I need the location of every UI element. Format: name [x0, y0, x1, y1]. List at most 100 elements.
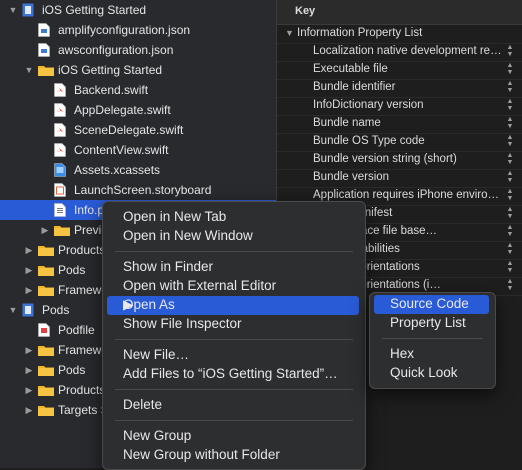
key-stepper-icon[interactable]: ▲ ▼ — [505, 224, 515, 238]
menu-item-label: Open with External Editor — [123, 278, 277, 293]
plist-key-label: Executable file — [313, 63, 388, 75]
menu-item-label: Hex — [390, 346, 415, 361]
disclosure-collapsed-icon[interactable]: ▶ — [24, 285, 34, 295]
navigator-row-label: Framewo — [58, 283, 109, 297]
key-stepper-icon[interactable]: ▲ ▼ — [505, 260, 515, 274]
disclosure-expanded-icon[interactable]: ▼ — [8, 5, 18, 15]
key-stepper-icon[interactable]: ▲ ▼ — [505, 278, 515, 292]
navigator-row-label: Backend.swift — [74, 83, 149, 97]
project-icon — [22, 3, 34, 17]
navigator-row-label: ContentView.swift — [74, 143, 169, 157]
menu-separator — [115, 389, 353, 390]
navigator-row[interactable]: ▼ iOS Getting Started — [0, 0, 276, 20]
navigator-row-label: Pods — [58, 263, 86, 277]
key-stepper-icon[interactable]: ▲ ▼ — [505, 44, 515, 58]
menu-item-label: Property List — [390, 315, 466, 330]
navigator-row[interactable]: amplifyconfiguration.json — [0, 20, 276, 40]
menu-separator — [115, 420, 353, 421]
key-column-header[interactable]: Key — [295, 5, 315, 17]
key-stepper-icon[interactable]: ▲ ▼ — [505, 98, 515, 112]
key-stepper-icon[interactable]: ▲ ▼ — [505, 170, 515, 184]
key-stepper-icon[interactable]: ▲ ▼ — [505, 242, 515, 256]
menu-item-quick-look[interactable]: Quick Look — [374, 364, 489, 383]
menu-item-open-as[interactable]: Open As ▶ — [107, 296, 359, 315]
menu-item-label: Open in New Tab — [123, 209, 227, 224]
json-file-icon — [38, 43, 50, 57]
menu-item-add-files-to-ios-getting-started[interactable]: Add Files to “iOS Getting Started”… — [107, 365, 359, 384]
folder-icon — [38, 344, 54, 356]
menu-item-label: Source Code — [390, 296, 469, 311]
menu-item-label: Open in New Window — [123, 228, 253, 243]
menu-item-label: New Group without Folder — [123, 447, 280, 462]
navigator-row[interactable]: ▼ iOS Getting Started — [0, 60, 276, 80]
navigator-row[interactable]: Backend.swift — [0, 80, 276, 100]
navigator-row[interactable]: awsconfiguration.json — [0, 40, 276, 60]
disclosure-collapsed-icon[interactable]: ▶ — [24, 265, 34, 275]
disclosure-expanded-icon[interactable]: ▼ — [24, 65, 34, 75]
navigator-row-label: SceneDelegate.swift — [74, 123, 184, 137]
plist-key-row[interactable]: Bundle name ▲ ▼ — [277, 115, 522, 134]
folder-icon — [38, 404, 54, 416]
navigator-row-label: AppDelegate.swift — [74, 103, 171, 117]
disclosure-expanded-icon[interactable]: ▼ — [285, 28, 294, 38]
disclosure-expanded-icon[interactable]: ▼ — [8, 305, 18, 315]
plist-key-row[interactable]: Localization native development re… ▲ ▼ — [277, 43, 522, 62]
menu-item-open-in-new-tab[interactable]: Open in New Tab — [107, 208, 359, 227]
menu-item-new-file[interactable]: New File… — [107, 346, 359, 365]
navigator-row[interactable]: ContentView.swift — [0, 140, 276, 160]
navigator-row-label: iOS Getting Started — [58, 63, 163, 77]
key-stepper-icon[interactable]: ▲ ▼ — [505, 80, 515, 94]
plist-key-row[interactable]: Bundle version string (short) ▲ ▼ — [277, 151, 522, 170]
swift-file-icon — [54, 123, 66, 137]
plist-key-row[interactable]: InfoDictionary version ▲ ▼ — [277, 97, 522, 116]
navigator-row-label: Pods — [58, 363, 86, 377]
navigator-row-label: Products — [58, 383, 106, 397]
swift-file-icon — [54, 143, 66, 157]
plist-root-row[interactable]: ▼ Information Property List — [277, 25, 522, 44]
disclosure-collapsed-icon[interactable]: ▶ — [40, 225, 50, 235]
navigator-row[interactable]: SceneDelegate.swift — [0, 120, 276, 140]
plist-key-row[interactable]: Bundle OS Type code ▲ ▼ — [277, 133, 522, 152]
plist-key-row[interactable]: Bundle identifier ▲ ▼ — [277, 79, 522, 98]
menu-item-open-with-external-editor[interactable]: Open with External Editor — [107, 277, 359, 296]
plist-key-label: InfoDictionary version — [313, 99, 424, 111]
swift-file-icon — [54, 83, 66, 97]
navigator-row[interactable]: AppDelegate.swift — [0, 100, 276, 120]
menu-item-label: Quick Look — [390, 365, 458, 380]
key-stepper-icon[interactable]: ▲ ▼ — [505, 116, 515, 130]
disclosure-collapsed-icon[interactable]: ▶ — [24, 345, 34, 355]
menu-item-label: Delete — [123, 397, 163, 412]
menu-item-show-in-finder[interactable]: Show in Finder — [107, 258, 359, 277]
menu-separator — [115, 251, 353, 252]
navigator-row-label: awsconfiguration.json — [58, 43, 174, 57]
key-stepper-icon[interactable]: ▲ ▼ — [505, 134, 515, 148]
podfile-icon — [38, 323, 50, 337]
navigator-row-label: Podfile — [58, 323, 95, 337]
key-stepper-icon[interactable]: ▲ ▼ — [505, 152, 515, 166]
key-stepper-icon[interactable]: ▲ ▼ — [505, 188, 515, 202]
plist-key-row[interactable]: Executable file ▲ ▼ — [277, 61, 522, 80]
menu-item-delete[interactable]: Delete — [107, 396, 359, 415]
disclosure-collapsed-icon[interactable]: ▶ — [24, 365, 34, 375]
menu-separator — [382, 338, 483, 339]
navigator-row[interactable]: Assets.xcassets — [0, 160, 276, 180]
disclosure-collapsed-icon[interactable]: ▶ — [24, 385, 34, 395]
menu-item-property-list[interactable]: Property List — [374, 314, 489, 333]
plist-key-row[interactable]: Bundle version ▲ ▼ — [277, 169, 522, 188]
menu-item-new-group[interactable]: New Group — [107, 427, 359, 446]
menu-item-open-in-new-window[interactable]: Open in New Window — [107, 227, 359, 246]
plist-key-label: Bundle OS Type code — [313, 135, 425, 147]
menu-item-source-code[interactable]: Source Code — [374, 295, 489, 314]
menu-item-show-file-inspector[interactable]: Show File Inspector — [107, 315, 359, 334]
menu-item-hex[interactable]: Hex — [374, 345, 489, 364]
plist-header: Key — [277, 0, 522, 25]
plist-key-label: Bundle name — [313, 117, 381, 129]
key-stepper-icon[interactable]: ▲ ▼ — [505, 206, 515, 220]
disclosure-collapsed-icon[interactable]: ▶ — [24, 405, 34, 415]
disclosure-collapsed-icon[interactable]: ▶ — [24, 245, 34, 255]
menu-item-new-group-without-folder[interactable]: New Group without Folder — [107, 446, 359, 465]
key-stepper-icon[interactable]: ▲ ▼ — [505, 62, 515, 76]
navigator-row[interactable]: LaunchScreen.storyboard — [0, 180, 276, 200]
plist-key-label: Application requires iPhone enviro… — [313, 189, 500, 201]
plist-key-label: Bundle version — [313, 171, 390, 183]
